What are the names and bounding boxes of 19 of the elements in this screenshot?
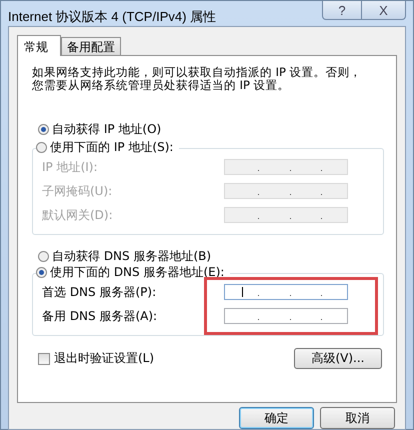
field-label: 备用 DNS 服务器(A): [42,308,158,324]
tab[interactable]: 常规 [17,35,61,56]
radio-label: 自动获得 DNS 服务器地址(B) [52,248,212,264]
description-text: 如果网络支持此功能，则可以获取自动指派的 IP 设置。否则，您需要从网络系统管理员处获得适当的 IP 设置。 [32,66,363,92]
close-button[interactable]: X [362,1,406,20]
dialog-button[interactable]: 确定 [239,407,314,429]
dialog-button[interactable]: 取消 [320,407,395,429]
radio-label: 使用下面的 DNS 服务器地址(E): [50,265,224,279]
radio-label: 自动获得 IP 地址(O) [52,120,162,138]
field-label: 首选 DNS 服务器(P): [42,284,156,300]
field-label: 默认网关(D): [42,206,113,224]
help-button[interactable]: ? [322,1,362,20]
tab[interactable]: 备用配置 [61,37,121,55]
checkbox-label: 退出时验证设置(L) [54,350,154,367]
radio-label: 使用下面的 IP 地址(S): [50,140,174,154]
field-label: 子网掩码(U): [42,182,112,200]
window-title: Internet 协议版本 4 (TCP/IPv4) 属性 [8,8,216,26]
advanced-button[interactable]: 高级(V)... [294,348,382,369]
field-label: IP 地址(I): [42,158,98,176]
